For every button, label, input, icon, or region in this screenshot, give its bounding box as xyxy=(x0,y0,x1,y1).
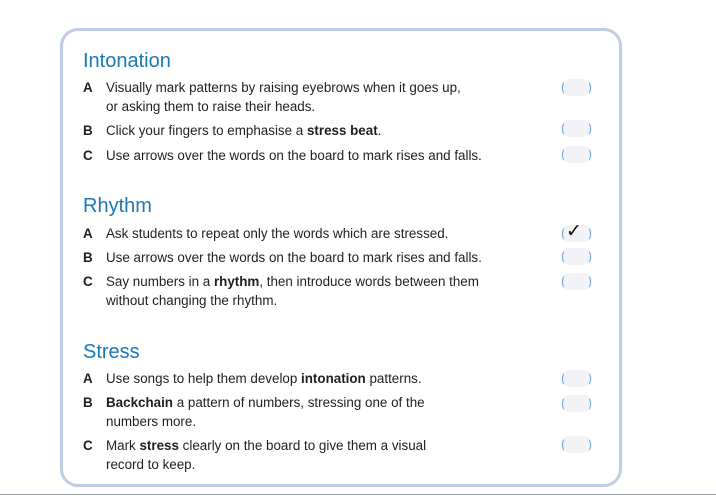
option-text-bold: stress xyxy=(139,438,179,453)
option-text: record to keep. xyxy=(106,457,196,472)
option-letter: B xyxy=(83,395,93,410)
option-text: clearly on the board to give them a visu… xyxy=(178,438,427,453)
answer-checkbox-rhythm-c[interactable] xyxy=(561,273,592,290)
option-text: . xyxy=(377,123,382,138)
option-text: Use songs to help them develop xyxy=(106,371,302,386)
option-text-bold: Backchain xyxy=(106,395,173,410)
option-text: , then introduce words between them xyxy=(259,274,479,289)
option-letter: A xyxy=(83,226,93,241)
option-text: Use arrows over the words on the board t… xyxy=(106,148,482,163)
option-letter: A xyxy=(83,371,93,386)
option-text: Visually mark patterns by raising eyebro… xyxy=(106,80,461,95)
page-bottom-rule xyxy=(0,494,716,495)
option-text: patterns. xyxy=(365,371,422,386)
checkmark-icon: ✓ xyxy=(566,220,582,242)
answer-checkbox-rhythm-b[interactable] xyxy=(561,248,592,265)
option-text: or asking them to raise their heads. xyxy=(106,99,316,114)
option-letter: B xyxy=(83,250,93,265)
answer-checkbox-stress-a[interactable] xyxy=(561,370,592,387)
option-text-bold: intonation xyxy=(301,371,366,386)
answer-checkbox-intonation-c[interactable] xyxy=(561,146,592,163)
option-text: Use arrows over the words on the board t… xyxy=(106,250,482,265)
option-letter: C xyxy=(83,148,93,163)
answer-checkbox-intonation-b[interactable] xyxy=(561,120,592,137)
option-text: without changing the rhythm. xyxy=(106,293,278,308)
answer-checkbox-stress-b[interactable] xyxy=(561,395,592,412)
option-letter: B xyxy=(83,123,93,138)
option-text: a pattern of numbers, stressing one of t… xyxy=(173,395,425,410)
option-text: numbers more. xyxy=(106,414,197,429)
option-text: Ask students to repeat only the words wh… xyxy=(106,226,449,241)
answer-checkbox-rhythm-a[interactable]: ✓ xyxy=(561,220,592,242)
section-title-rhythm: Rhythm xyxy=(83,195,152,217)
answer-checkbox-stress-c[interactable] xyxy=(561,436,592,453)
answer-checkbox-intonation-a[interactable] xyxy=(561,79,592,96)
option-text-bold: rhythm xyxy=(213,274,260,289)
option-text: Mark xyxy=(106,438,140,453)
option-letter: A xyxy=(83,80,93,95)
section-title-intonation: Intonation xyxy=(83,50,171,72)
option-letter: C xyxy=(83,274,93,289)
option-text: Say numbers in a xyxy=(106,274,214,289)
option-letter: C xyxy=(83,438,93,453)
option-text: Click your fingers to emphasise a xyxy=(106,123,307,138)
option-text-bold: stress beat xyxy=(306,123,378,138)
section-title-stress: Stress xyxy=(83,341,140,363)
